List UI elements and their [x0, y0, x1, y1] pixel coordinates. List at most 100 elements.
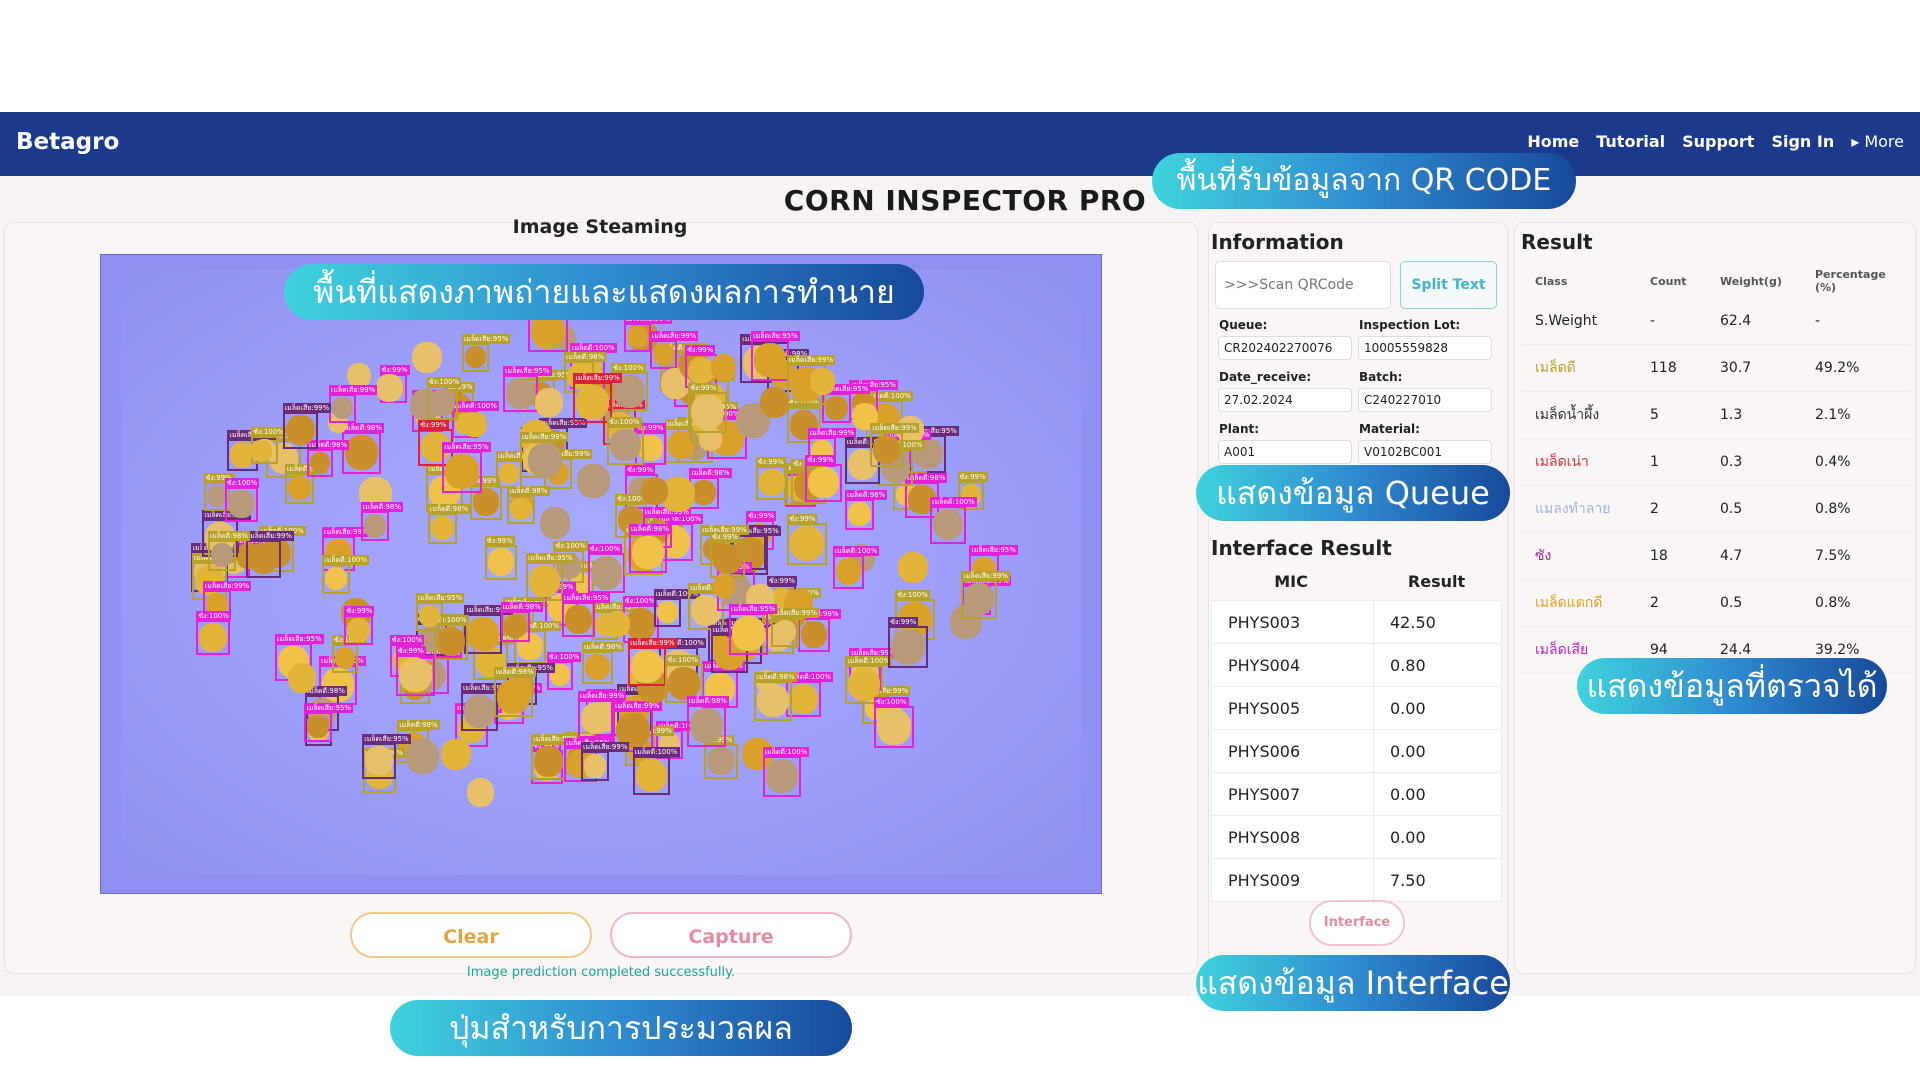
corn-kernel — [539, 507, 570, 539]
material-label: Material: — [1359, 422, 1420, 436]
result-header-row: Class Count Weight(g) Percentage (%) — [1521, 264, 1911, 298]
detection-label: ซัง:99% — [484, 536, 515, 547]
table-row: เมล็ดน้ำผึ้ง 5 1.3 2.1% — [1521, 391, 1911, 439]
detection-box: เมล็ดเสีย:99% — [961, 571, 1010, 619]
detection-box: เมล็ดเสีย:99% — [870, 422, 919, 468]
detection-box: เมล็ดดี:98% — [686, 696, 729, 747]
detection-box: ซัง:99% — [688, 383, 727, 433]
detection-box: เมล็ดเสีย:95% — [442, 441, 491, 493]
detection-label: เมล็ดเสีย:99% — [282, 402, 332, 413]
table-row: PHYS006 0.00 — [1211, 729, 1502, 773]
mic-column-header: MIC — [1274, 572, 1308, 591]
detection-label: เมล็ดดี:100% — [632, 746, 680, 757]
nav-tutorial-link[interactable]: Tutorial — [1596, 132, 1665, 151]
detection-label: ซัง:99% — [395, 645, 426, 656]
detection-label: เมล็ดเสีย:99% — [961, 571, 1010, 582]
result-cell: 0.00 — [1373, 729, 1502, 773]
detection-label: เมล็ดดี:98% — [427, 503, 471, 514]
status-message: Image prediction completed successfully. — [466, 965, 736, 980]
detection-box: เมล็ดเสีย:95% — [751, 331, 800, 381]
information-title: Information — [1211, 230, 1344, 254]
mic-cell: PHYS008 — [1211, 815, 1374, 859]
detection-box: เมล็ดดี:100% — [762, 746, 810, 797]
corn-kernel — [376, 373, 403, 402]
detection-box: เมล็ดดี:98% — [207, 531, 250, 571]
detection-box: ซัง:99% — [710, 532, 745, 578]
percentage-cell: 7.5% — [1801, 532, 1911, 580]
detection-box: เมล็ดเสีย:99% — [649, 330, 699, 369]
class-cell: เมล็ดน้ำผึ้ง — [1521, 391, 1636, 439]
detection-label: เมล็ดดี:100% — [762, 746, 810, 757]
image-stream-view: เมล็ดเสีย:95%ซัง:99%ซัง:99%ซัง:100%เมล็ด… — [100, 254, 1102, 894]
class-cell: เมล็ดเน่า — [1521, 438, 1636, 486]
detection-box: เมล็ดดี:98% — [306, 439, 350, 478]
batch-field[interactable]: C240227010 — [1358, 388, 1492, 412]
nav-more-link[interactable]: ▸ More — [1851, 132, 1904, 151]
detection-label: ซัง:99% — [746, 510, 777, 521]
detection-label: เมล็ดเสีย:95% — [442, 441, 491, 452]
detection-label: เมล็ดเสีย:99% — [245, 530, 295, 541]
weight-cell: 0.3 — [1706, 438, 1801, 486]
detection-label: เมล็ดดี:98% — [628, 523, 672, 534]
brand-logo[interactable]: Betagro — [16, 129, 119, 155]
detection-label: เมล็ดดี:98% — [207, 531, 250, 542]
detection-box: เมล็ดเสีย:95% — [495, 450, 545, 488]
nav-signin-link[interactable]: Sign In — [1771, 132, 1834, 151]
mic-cell: PHYS005 — [1211, 686, 1374, 730]
detection-box: เมล็ดดี:98% — [341, 423, 385, 474]
detection-box: ซัง:99% — [787, 513, 828, 565]
detection-label: เมล็ดเสีย:99% — [786, 355, 836, 366]
detection-box: ซัง:100% — [587, 544, 626, 593]
inspection-lot-label: Inspection Lot: — [1359, 318, 1461, 332]
interface-button[interactable]: Interface — [1309, 900, 1405, 946]
detection-label: ซัง:100% — [426, 377, 462, 388]
detection-label: ซัง:99% — [755, 457, 786, 468]
inspection-lot-field[interactable]: 10005559828 — [1358, 336, 1492, 360]
detection-label: เมล็ดเสีย:95% — [304, 702, 353, 713]
corn-kernel — [462, 411, 487, 438]
detection-label: ซัง:100% — [196, 611, 231, 622]
detection-box: เมล็ดดี:100% — [653, 589, 701, 628]
nav-support-link[interactable]: Support — [1682, 132, 1754, 151]
detection-label: เมล็ดเสีย:99% — [628, 637, 677, 648]
detection-box: ซัง:99% — [755, 457, 788, 501]
clear-button[interactable]: Clear — [350, 912, 592, 958]
detection-label: เมล็ดเสีย:95% — [461, 333, 511, 344]
material-field[interactable]: V0102BC001 — [1358, 440, 1492, 464]
detection-box: เมล็ดเสีย:99% — [328, 384, 378, 424]
detection-box: ซัง:100% — [196, 611, 231, 656]
corn-kernel — [898, 551, 929, 584]
capture-button[interactable]: Capture — [610, 912, 852, 958]
detection-label: เมล็ดเสีย:95% — [751, 331, 800, 342]
weight-cell: 0.5 — [1706, 485, 1801, 533]
detection-label: เมล็ดดี:98% — [689, 467, 732, 478]
corn-kernel — [249, 439, 272, 463]
plant-field[interactable]: A001 — [1218, 440, 1352, 464]
nav-home-link[interactable]: Home — [1527, 132, 1579, 151]
percentage-cell: 0.8% — [1801, 579, 1911, 627]
detection-label: เมล็ดเสีย:99% — [519, 431, 569, 442]
callout-qr-area: พื้นที่รับข้อมูลจาก QR CODE — [1152, 153, 1576, 209]
detection-label: ซัง:100% — [389, 634, 425, 645]
detection-box: เมล็ดดี:98% — [360, 502, 404, 542]
qr-code-input[interactable] — [1215, 261, 1391, 309]
detection-label: เมล็ดดี:98% — [754, 671, 797, 682]
class-cell: ซัง — [1521, 532, 1636, 580]
split-text-button[interactable]: Split Text — [1400, 261, 1497, 309]
date-receive-field[interactable]: 27.02.2024 — [1218, 388, 1352, 412]
top-navbar: Betagro Home Tutorial Support Sign In ▸ … — [0, 112, 1920, 176]
corn-kernel — [809, 367, 836, 395]
detection-box: เมล็ดเสีย:99% — [245, 530, 295, 578]
corn-kernel — [441, 738, 471, 770]
detection-label: เมล็ดเสีย:99% — [580, 742, 630, 753]
detection-label: ซัง:100% — [607, 416, 642, 427]
detection-box: เมล็ดเสีย:95% — [728, 604, 778, 655]
percentage-cell: 2.1% — [1801, 391, 1911, 439]
corn-kernel — [577, 463, 610, 498]
detection-label: ซัง:99% — [767, 576, 798, 587]
queue-field[interactable]: CR202402270076 — [1218, 336, 1352, 360]
detection-box: เมล็ดดี:98% — [628, 523, 672, 573]
weight-cell: 1.3 — [1706, 391, 1801, 439]
detection-label: เมล็ดดี:98% — [341, 423, 385, 434]
date-receive-label: Date_receive: — [1219, 370, 1312, 384]
